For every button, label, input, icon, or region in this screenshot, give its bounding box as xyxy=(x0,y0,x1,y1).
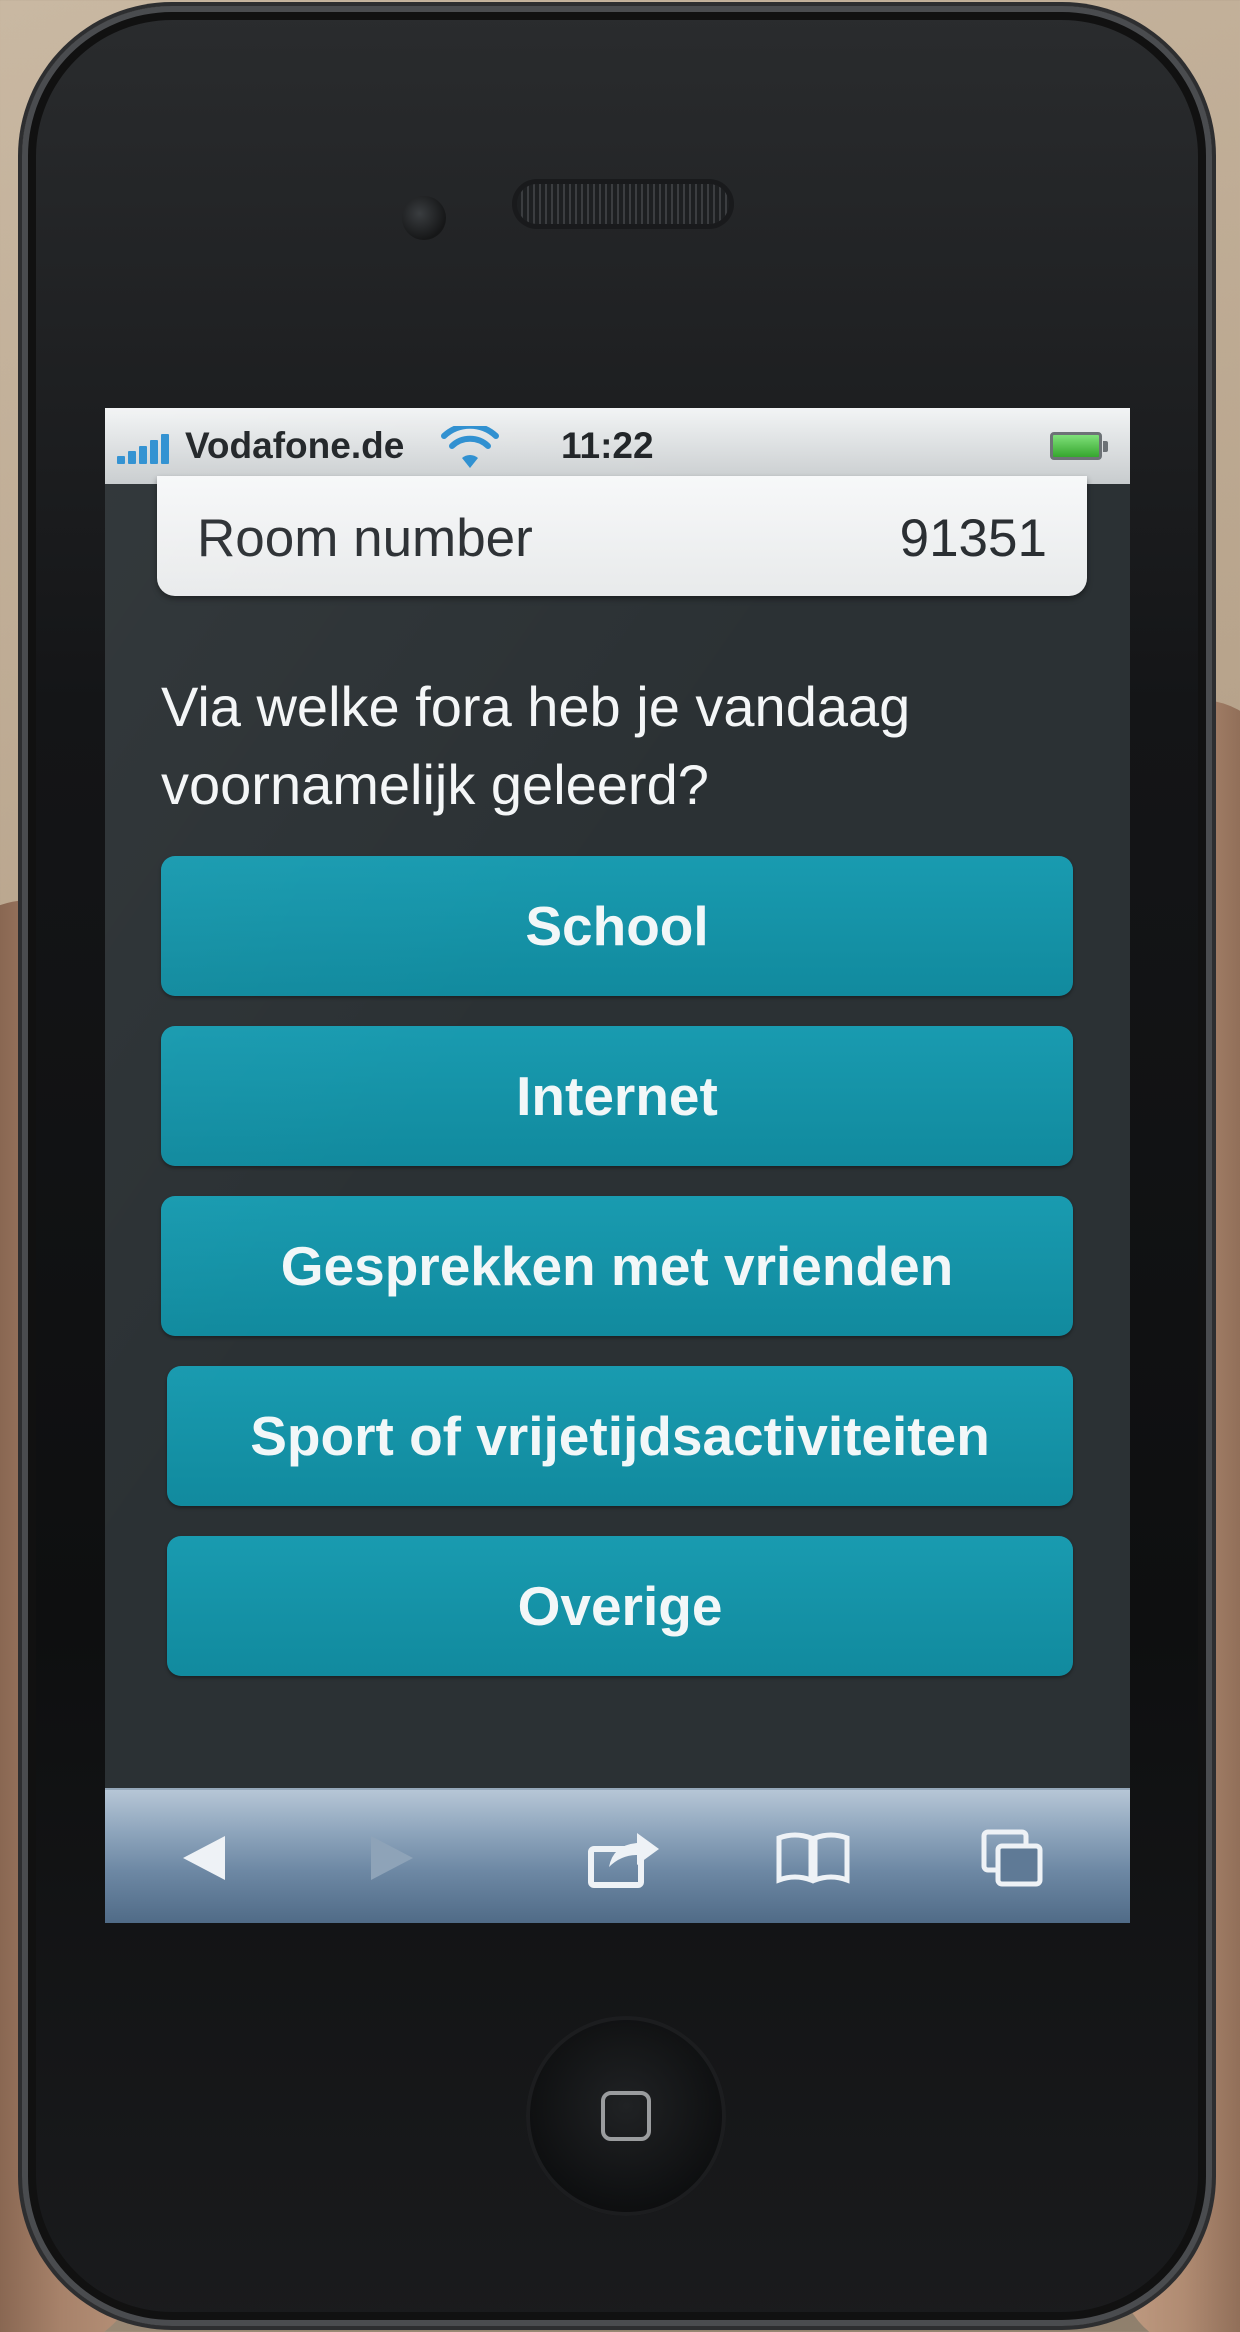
option-sport-button[interactable]: Sport of vrijetijdsactiviteiten xyxy=(167,1366,1073,1506)
signal-bars-icon xyxy=(117,432,175,464)
bookmarks-book-icon[interactable] xyxy=(773,1826,853,1890)
option-school-button[interactable]: School xyxy=(161,856,1073,996)
battery-icon xyxy=(1050,432,1108,460)
forward-arrow-icon[interactable] xyxy=(353,1826,433,1890)
room-number-box: Room number 91351 xyxy=(157,476,1087,596)
status-bar: Vodafone.de 11:22 xyxy=(105,408,1130,484)
carrier-name: Vodafone.de xyxy=(185,425,405,466)
room-number-label: Room number xyxy=(197,509,533,568)
status-time: 11:22 xyxy=(561,425,654,466)
option-internet-button[interactable]: Internet xyxy=(161,1026,1073,1166)
option-gesprekken-button[interactable]: Gesprekken met vrienden xyxy=(161,1196,1073,1336)
earpiece-speaker xyxy=(517,184,729,224)
wifi-icon xyxy=(441,426,499,468)
home-square-icon xyxy=(601,2091,651,2141)
browser-toolbar xyxy=(105,1788,1130,1923)
front-camera xyxy=(402,196,446,240)
back-arrow-icon[interactable] xyxy=(163,1826,243,1890)
home-button[interactable] xyxy=(526,2016,726,2216)
room-number-value: 91351 xyxy=(899,509,1047,568)
question-line-2: voornamelijk geleerd? xyxy=(161,753,709,816)
share-icon[interactable] xyxy=(585,1826,665,1890)
option-overige-button[interactable]: Overige xyxy=(167,1536,1073,1676)
screen: Vodafone.de 11:22 Room number 91351 Via … xyxy=(105,408,1130,1923)
question-line-1: Via welke fora heb je vandaag xyxy=(161,675,911,738)
answer-options: School Internet Gesprekken met vrienden … xyxy=(161,856,1081,1706)
pages-icon[interactable] xyxy=(973,1826,1053,1890)
question-text: Via welke fora heb je vandaag voornameli… xyxy=(161,668,1081,824)
